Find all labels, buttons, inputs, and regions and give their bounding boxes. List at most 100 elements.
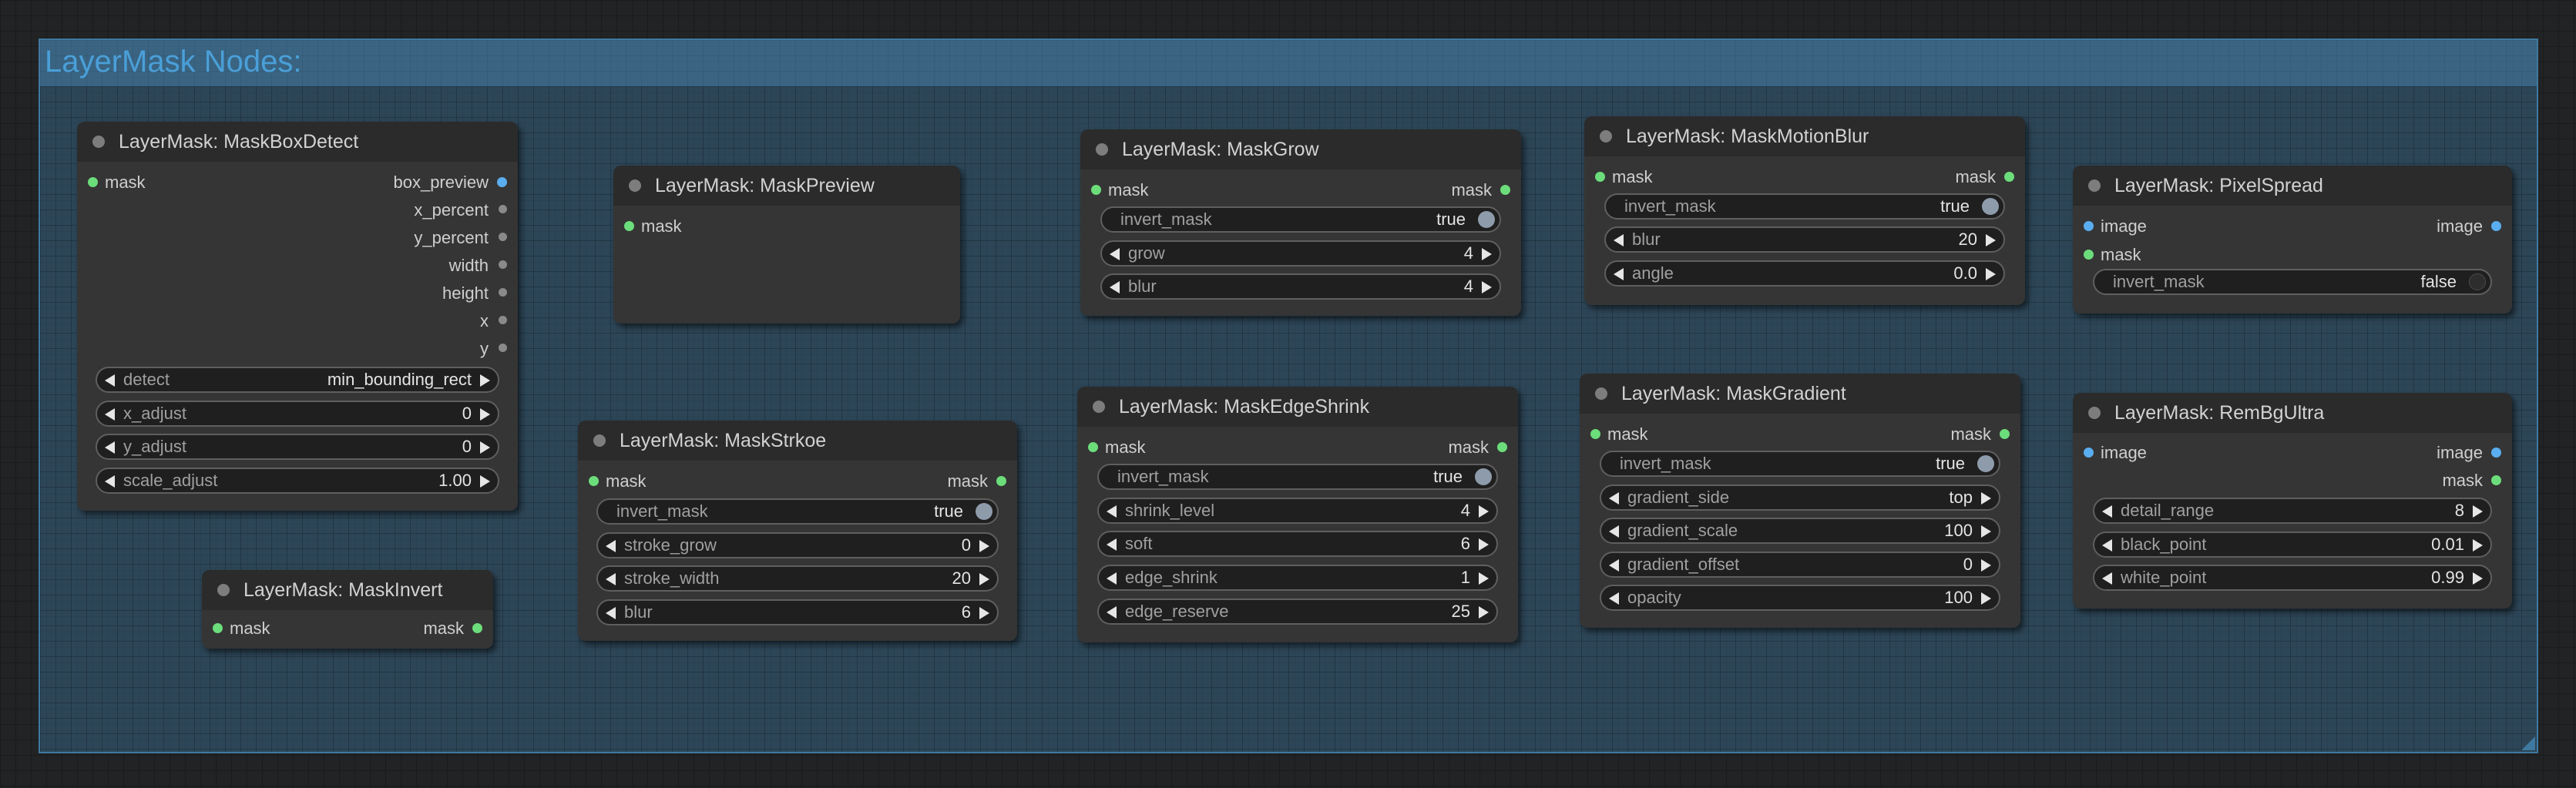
widget-x-adjust[interactable]: x_adjust 0 bbox=[96, 401, 499, 427]
node-title-bar[interactable]: LayerMask: MaskMotionBlur bbox=[1584, 116, 2025, 156]
output-dot-icon[interactable] bbox=[499, 288, 507, 297]
widget-edge-reserve[interactable]: edge_reserve 25 bbox=[1097, 599, 1498, 625]
widget-blur[interactable]: blur 20 bbox=[1604, 226, 2005, 253]
node-title-bar[interactable]: LayerMask: MaskGradient bbox=[1580, 374, 2020, 414]
node-mask-invert[interactable]: LayerMask: MaskInvert mask mask bbox=[202, 570, 493, 649]
node-title-bar[interactable]: LayerMask: MaskEdgeShrink bbox=[1077, 387, 1518, 427]
decrement-arrow-icon[interactable] bbox=[2102, 572, 2112, 585]
widget-gradient-side[interactable]: gradient_side top bbox=[1600, 485, 2000, 511]
decrement-arrow-icon[interactable] bbox=[1614, 234, 1624, 246]
node-title-bar[interactable]: LayerMask: MaskGrow bbox=[1080, 129, 1521, 169]
toggle-knob-icon[interactable] bbox=[1977, 455, 1994, 472]
output-dot-icon[interactable] bbox=[499, 344, 507, 352]
decrement-arrow-icon[interactable] bbox=[105, 374, 115, 387]
widget-white-point[interactable]: white_point 0.99 bbox=[2093, 565, 2492, 591]
increment-arrow-icon[interactable] bbox=[1981, 559, 1991, 572]
increment-arrow-icon[interactable] bbox=[1981, 592, 1991, 605]
increment-arrow-icon[interactable] bbox=[1482, 248, 1492, 260]
input-dot-icon[interactable] bbox=[88, 177, 98, 187]
output-dot-icon[interactable] bbox=[499, 233, 507, 241]
increment-arrow-icon[interactable] bbox=[1986, 234, 1996, 246]
collapse-dot-icon[interactable] bbox=[1096, 143, 1108, 156]
widget-angle[interactable]: angle 0.0 bbox=[1604, 260, 2005, 287]
output-dot-icon[interactable] bbox=[2000, 429, 2010, 439]
increment-arrow-icon[interactable] bbox=[480, 441, 490, 454]
input-dot-icon[interactable] bbox=[2084, 250, 2094, 260]
node-mask-edge-shrink[interactable]: LayerMask: MaskEdgeShrink mask mask inve… bbox=[1077, 387, 1518, 642]
widget-detect[interactable]: detect min_bounding_rect bbox=[96, 367, 499, 393]
increment-arrow-icon[interactable] bbox=[480, 374, 490, 387]
widget-blur[interactable]: blur 6 bbox=[596, 599, 999, 625]
increment-arrow-icon[interactable] bbox=[480, 475, 490, 488]
widget-scale-adjust[interactable]: scale_adjust 1.00 bbox=[96, 468, 499, 494]
node-mask-box-detect[interactable]: LayerMask: MaskBoxDetect mask box_previe… bbox=[77, 122, 518, 511]
output-dot-icon[interactable] bbox=[2491, 448, 2501, 458]
decrement-arrow-icon[interactable] bbox=[1614, 268, 1624, 280]
toggle-knob-icon[interactable] bbox=[976, 503, 992, 520]
decrement-arrow-icon[interactable] bbox=[1107, 538, 1117, 551]
node-title-bar[interactable]: LayerMask: MaskBoxDetect bbox=[77, 122, 518, 162]
increment-arrow-icon[interactable] bbox=[2473, 572, 2483, 585]
decrement-arrow-icon[interactable] bbox=[606, 607, 616, 619]
node-pixel-spread[interactable]: LayerMask: PixelSpread image mask image … bbox=[2073, 166, 2512, 314]
toggle-invert-mask[interactable]: invert_mask true bbox=[1097, 464, 1498, 490]
group-resize-handle-icon[interactable] bbox=[2521, 736, 2535, 750]
output-dot-icon[interactable] bbox=[1500, 185, 1510, 195]
increment-arrow-icon[interactable] bbox=[1479, 538, 1489, 551]
input-dot-icon[interactable] bbox=[2084, 448, 2094, 458]
increment-arrow-icon[interactable] bbox=[1479, 606, 1489, 619]
widget-stroke-width[interactable]: stroke_width 20 bbox=[596, 565, 999, 592]
decrement-arrow-icon[interactable] bbox=[1609, 559, 1619, 572]
collapse-dot-icon[interactable] bbox=[92, 136, 105, 148]
decrement-arrow-icon[interactable] bbox=[606, 540, 616, 552]
widget-gradient-scale[interactable]: gradient_scale 100 bbox=[1600, 518, 2000, 544]
toggle-invert-mask[interactable]: invert_mask true bbox=[1604, 193, 2005, 220]
input-dot-icon[interactable] bbox=[2084, 221, 2094, 231]
output-dot-icon[interactable] bbox=[499, 260, 507, 269]
increment-arrow-icon[interactable] bbox=[979, 540, 989, 552]
widget-gradient-offset[interactable]: gradient_offset 0 bbox=[1600, 552, 2000, 578]
decrement-arrow-icon[interactable] bbox=[606, 573, 616, 585]
collapse-dot-icon[interactable] bbox=[2088, 407, 2101, 419]
node-title-bar[interactable]: LayerMask: PixelSpread bbox=[2073, 166, 2512, 206]
input-dot-icon[interactable] bbox=[1091, 185, 1101, 195]
decrement-arrow-icon[interactable] bbox=[1107, 572, 1117, 585]
toggle-invert-mask[interactable]: invert_mask true bbox=[1600, 451, 2000, 477]
output-dot-icon[interactable] bbox=[1497, 442, 1507, 452]
widget-soft[interactable]: soft 6 bbox=[1097, 531, 1498, 557]
widget-opacity[interactable]: opacity 100 bbox=[1600, 585, 2000, 611]
output-dot-icon[interactable] bbox=[2004, 172, 2014, 182]
node-mask-motion-blur[interactable]: LayerMask: MaskMotionBlur mask mask inve… bbox=[1584, 116, 2025, 305]
output-dot-icon[interactable] bbox=[497, 177, 507, 187]
input-dot-icon[interactable] bbox=[1595, 172, 1605, 182]
collapse-dot-icon[interactable] bbox=[2088, 179, 2101, 192]
widget-edge-shrink[interactable]: edge_shrink 1 bbox=[1097, 565, 1498, 591]
increment-arrow-icon[interactable] bbox=[2473, 505, 2483, 518]
increment-arrow-icon[interactable] bbox=[1482, 281, 1492, 293]
decrement-arrow-icon[interactable] bbox=[1110, 281, 1120, 293]
node-title-bar[interactable]: LayerMask: MaskPreview bbox=[613, 166, 960, 206]
toggle-knob-icon[interactable] bbox=[1982, 198, 1999, 215]
toggle-invert-mask[interactable]: invert_mask true bbox=[596, 498, 999, 525]
decrement-arrow-icon[interactable] bbox=[105, 408, 115, 421]
toggle-invert-mask[interactable]: invert_mask false bbox=[2093, 269, 2492, 295]
decrement-arrow-icon[interactable] bbox=[1107, 505, 1117, 518]
widget-y-adjust[interactable]: y_adjust 0 bbox=[96, 434, 499, 460]
input-dot-icon[interactable] bbox=[1088, 442, 1098, 452]
increment-arrow-icon[interactable] bbox=[979, 607, 989, 619]
toggle-knob-icon[interactable] bbox=[1475, 468, 1492, 485]
node-title-bar[interactable]: LayerMask: MaskStrkoe bbox=[578, 421, 1017, 461]
output-dot-icon[interactable] bbox=[472, 623, 482, 633]
input-dot-icon[interactable] bbox=[1590, 429, 1600, 439]
collapse-dot-icon[interactable] bbox=[1093, 401, 1105, 413]
decrement-arrow-icon[interactable] bbox=[1609, 492, 1619, 505]
node-mask-grow[interactable]: LayerMask: MaskGrow mask mask invert_mas… bbox=[1080, 129, 1521, 316]
output-dot-icon[interactable] bbox=[996, 476, 1006, 486]
widget-grow[interactable]: grow 4 bbox=[1100, 240, 1501, 267]
increment-arrow-icon[interactable] bbox=[979, 573, 989, 585]
output-dot-icon[interactable] bbox=[499, 205, 507, 213]
widget-black-point[interactable]: black_point 0.01 bbox=[2093, 531, 2492, 558]
input-dot-icon[interactable] bbox=[589, 476, 599, 486]
increment-arrow-icon[interactable] bbox=[1479, 505, 1489, 518]
output-dot-icon[interactable] bbox=[499, 316, 507, 324]
